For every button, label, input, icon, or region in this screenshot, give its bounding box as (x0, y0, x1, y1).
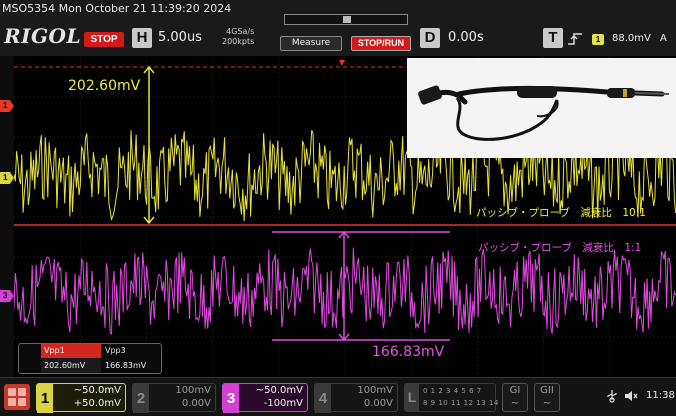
logic-analyzer-settings[interactable]: L 0 1 2 3 4 5 6 7 8 9 10 11 12 13 14 15 (404, 383, 511, 412)
channel-4-offset: 0.00V (363, 398, 393, 409)
measurement-value-vpp3: 166.83mV (105, 361, 147, 370)
measurement-table[interactable]: Vpp1 Vpp3 202.60mV 166.83mV (18, 343, 162, 374)
channel-1-settings[interactable]: 1 ~50.0mV +50.0mV (36, 383, 126, 413)
acquisition-info: 4GSa/s 200kpts (222, 27, 254, 47)
memory-depth: 200kpts (222, 37, 255, 46)
measure-button[interactable]: Measure (280, 36, 342, 51)
vpp-cursor-ch3 (272, 230, 450, 342)
sine-wave-icon: ~ (510, 398, 520, 409)
measurement-value-vpp1: 202.60mV (41, 359, 101, 373)
measurement-header-vpp3[interactable]: Vpp3 (101, 344, 161, 358)
probe-1x-label: パッシブ・プローブ 減衰比 1:1 (478, 242, 642, 254)
device-title: MSO5354 Mon October 21 11:39:20 2024 (2, 2, 232, 15)
channel-3-scale: ~50.0mV (255, 385, 303, 396)
stop-run-button[interactable]: STOP/RUN (351, 36, 411, 51)
measurement-header-vpp1[interactable]: Vpp1 (41, 344, 101, 358)
channel-4-number: 4 (315, 384, 331, 413)
ch3-vpp-annotation: 166.83mV (372, 344, 445, 360)
channel-3-number: 3 (223, 384, 239, 413)
logic-channels-high: 8 9 10 11 12 13 14 15 (423, 399, 512, 407)
channel-4-scale: 100mV (357, 385, 393, 396)
rigol-logo: RIGOL (4, 24, 82, 48)
channel-3-settings[interactable]: 3 ~50.0mV -100mV (222, 383, 308, 413)
ch1-vpp-annotation: 202.60mV (68, 78, 141, 94)
channel-2-settings[interactable]: 2 100mV 0.00V (132, 383, 216, 413)
channel-3-trace (14, 247, 676, 335)
channel-1-number: 1 (37, 384, 53, 413)
generator-1-label: GI (509, 385, 521, 396)
delay-menu-button[interactable]: D (420, 28, 440, 48)
trigger-source-chip[interactable]: 1 (592, 34, 604, 45)
channel-1-scale: ~50.0mV (73, 385, 121, 396)
run-state-badge[interactable]: STOP (84, 32, 124, 47)
generator-2-label: GII (540, 385, 554, 396)
speaker-muted-icon[interactable] (624, 389, 638, 403)
trigger-menu-button[interactable]: T (543, 28, 563, 48)
logic-channels-low: 0 1 2 3 4 5 6 7 (423, 387, 482, 395)
probe-10x-label: パッシブ・プローブ 減衰比 10:1 (476, 207, 646, 219)
channel-4-settings[interactable]: 4 100mV 0.00V (314, 383, 398, 413)
generator-1-button[interactable]: GI ~ (502, 383, 528, 412)
channel-2-scale: 100mV (175, 385, 211, 396)
trigger-position-marker (339, 60, 345, 66)
channel-1-offset: +50.0mV (73, 398, 121, 409)
top-status-bar: MSO5354 Mon October 21 11:39:20 2024 RIG… (0, 0, 676, 56)
sample-rate: 4GSa/s (226, 27, 255, 36)
main-menu-button[interactable] (4, 384, 30, 410)
trigger-level[interactable]: 88.0mV (612, 33, 651, 44)
horizontal-menu-button[interactable]: H (132, 28, 152, 48)
sine-wave-icon: ~ (542, 398, 552, 409)
bottom-control-bar: 1 ~50.0mV +50.0mV 2 100mV 0.00V 3 ~50.0m… (0, 377, 676, 416)
generator-2-button[interactable]: GII ~ (534, 383, 560, 412)
logic-analyzer-letter: L (405, 384, 419, 411)
system-clock: 11:38 (646, 390, 675, 401)
channel-2-number: 2 (133, 384, 149, 413)
usb-icon (607, 390, 617, 403)
probe-photo (407, 58, 676, 158)
timebase-value[interactable]: 5.00us (158, 30, 202, 45)
slider-knob[interactable] (343, 16, 351, 23)
rising-edge-icon (568, 33, 582, 45)
channel-3-offset: -100mV (263, 398, 303, 409)
waveform-position-slider[interactable] (284, 14, 408, 25)
delay-value[interactable]: 0.00s (448, 30, 484, 45)
channel-2-offset: 0.00V (181, 398, 211, 409)
trigger-mode[interactable]: A (660, 33, 667, 44)
